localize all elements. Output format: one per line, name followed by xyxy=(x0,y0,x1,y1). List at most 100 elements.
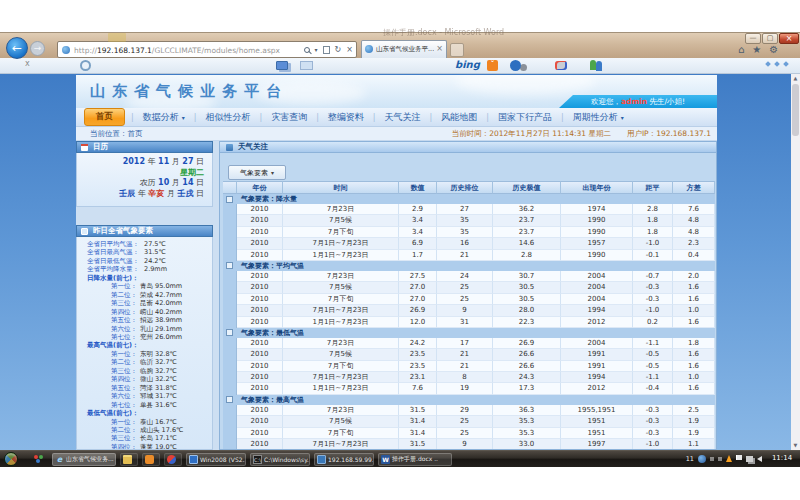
url-text[interactable]: http://192.168.137.1/GLCCLIMATE/modules/… xyxy=(74,46,280,55)
nav-item-1[interactable]: 数据分析▾ xyxy=(134,111,194,124)
collapse-icon[interactable] xyxy=(226,196,233,203)
table-cell: -0.1 xyxy=(633,250,673,261)
network-icon[interactable] xyxy=(746,456,753,462)
cards-icon[interactable] xyxy=(276,61,288,70)
group-header-label: 气象要素：平均气温 xyxy=(237,261,304,271)
window-minimize-button[interactable]: — xyxy=(745,33,761,44)
taskbar-button-win2008[interactable]: Win2008 (VS2... xyxy=(186,453,246,466)
volume-icon[interactable] xyxy=(757,456,762,462)
mail-icon[interactable] xyxy=(300,61,313,70)
table-cell: 35 xyxy=(437,215,493,226)
collapse-icon[interactable] xyxy=(226,329,233,336)
scrollbar-thumb[interactable] xyxy=(792,84,799,136)
column-header-6[interactable]: 出现年份 xyxy=(561,181,633,194)
more-dot-icon[interactable] xyxy=(783,61,789,67)
tools-gear-icon[interactable]: ⚙ xyxy=(769,44,778,56)
address-bar[interactable]: http://192.168.137.1/GLCCLIMATE/modules/… xyxy=(57,41,357,58)
favorites-star-icon[interactable]: ★ xyxy=(752,44,761,56)
nav-item-8[interactable]: 周期性分析▾ xyxy=(564,111,633,124)
compatibility-view-icon[interactable] xyxy=(323,46,330,54)
collapse-icon[interactable] xyxy=(226,262,233,269)
table-cell: 23.5 xyxy=(399,361,437,372)
taskbar-button-remote-desktop[interactable]: 192.168.59.99... xyxy=(314,453,374,466)
tray-count[interactable]: 11 xyxy=(686,455,694,463)
column-header-2[interactable]: 时间 xyxy=(283,181,399,194)
home-icon[interactable]: ⌂ xyxy=(738,44,744,56)
flame-icon[interactable] xyxy=(726,455,732,462)
column-header-8[interactable]: 方差 xyxy=(673,181,715,194)
people-icon[interactable] xyxy=(590,60,596,70)
weather-row: 第五位：招远 38.9mm xyxy=(77,316,212,324)
tab-title: 山东省气候业务平... xyxy=(376,45,434,54)
cmd-icon: C:\ xyxy=(253,455,262,464)
table-cell: 8 xyxy=(437,372,493,383)
weather-row: 第一位：东明 32.8℃ xyxy=(77,350,212,358)
collapse-icon[interactable] xyxy=(226,396,233,403)
refresh-icon[interactable]: ↻ xyxy=(335,45,342,55)
weather-label: 全省日平均气温： xyxy=(77,240,141,248)
more-dot-icon[interactable] xyxy=(774,61,780,67)
welcome-ribbon: 欢迎您，admin 先生/小姐! xyxy=(559,95,717,108)
toolbar-close-icon[interactable]: x xyxy=(25,59,30,68)
browser-tab[interactable]: 山东省气候业务平... × xyxy=(361,40,447,58)
palette-icon[interactable] xyxy=(555,61,567,70)
weather-section-label: 最低气温(前七)： xyxy=(77,409,138,417)
table-cell: 2010 xyxy=(237,238,283,249)
camera-icon[interactable] xyxy=(510,60,521,71)
scroll-up-arrow[interactable]: ▲ xyxy=(791,74,800,83)
nav-item-6[interactable]: 风能地图 xyxy=(432,111,486,124)
nav-item-4[interactable]: 整编资料 xyxy=(319,111,373,124)
stop-icon[interactable]: × xyxy=(346,45,353,55)
nav-item-5[interactable]: 天气关注 xyxy=(376,111,430,124)
search-icon[interactable] xyxy=(304,47,310,53)
taskbar-button-cmd[interactable]: C:\C:\Windows\sy... xyxy=(250,453,310,466)
table-cell: 7月1日~7月23日 xyxy=(283,238,399,249)
table-cell: 2010 xyxy=(237,416,283,427)
current-time: 当前时间：2012年11月27日 11:14:31 星期二 xyxy=(452,129,611,138)
taskbar-button-folder[interactable] xyxy=(120,453,138,466)
site-title: 山东省气候业务平台 xyxy=(90,82,288,101)
column-header-1[interactable]: 年份 xyxy=(237,181,283,194)
taskbar-button-word-doc[interactable]: W操作手册.docx .. xyxy=(378,453,452,466)
nav-item-2[interactable]: 相似性分析 xyxy=(196,111,259,124)
new-tab-button[interactable] xyxy=(450,43,464,57)
taskbar-clock[interactable]: 11:14 xyxy=(766,452,798,465)
vertical-scrollbar[interactable]: ▲ ▼ xyxy=(791,74,800,450)
window-maximize-button[interactable]: ▢ xyxy=(762,33,778,44)
toolbar-circle-icon[interactable] xyxy=(80,60,91,71)
toolbar-orange-button[interactable]: ˇ xyxy=(487,60,498,71)
browser-forward-button[interactable]: → xyxy=(30,41,45,56)
browser-back-button[interactable]: ← xyxy=(6,37,28,59)
taskbar-button-app-orange[interactable] xyxy=(142,453,160,466)
table-cell: 27.5 xyxy=(399,271,437,282)
pinned-app-icon[interactable] xyxy=(34,455,38,459)
element-filter-button[interactable]: 气象要素▾ xyxy=(228,165,286,180)
bing-logo[interactable]: bing xyxy=(455,59,480,70)
start-button[interactable] xyxy=(4,452,18,466)
column-header-3[interactable]: 数值 xyxy=(399,181,437,194)
table-cell: 7月下旬 xyxy=(283,361,399,372)
taskbar-button-media-player[interactable] xyxy=(164,453,182,466)
tray-icon[interactable] xyxy=(718,457,722,461)
window-close-button[interactable]: × xyxy=(779,33,799,44)
weather-summary-panel: 昨日全省气象要素 全省日平均气温：27.5℃全省日最高气温：31.5℃全省日最低… xyxy=(76,225,213,450)
nav-item-3[interactable]: 灾害查询 xyxy=(262,111,316,124)
table-cell: 23.7 xyxy=(493,227,561,238)
nav-item-home[interactable]: 首页 xyxy=(84,108,125,126)
weather-row: 第二位：成山头 17.6℃ xyxy=(77,426,212,434)
nav-item-7[interactable]: 国家下行产品 xyxy=(489,111,561,124)
weather-row: 第三位：昆嵛 42.0mm xyxy=(77,299,212,307)
scroll-down-arrow[interactable]: ▼ xyxy=(791,441,800,450)
data-table: 年份时间数值历史排位历史极值出现年份距平方差气象要素：降水量20107月23日2… xyxy=(223,181,715,450)
tray-icon[interactable] xyxy=(710,457,714,461)
column-header-4[interactable]: 历史排位 xyxy=(437,181,493,194)
column-header-7[interactable]: 距平 xyxy=(633,181,673,194)
search-dropdown-icon[interactable]: ▾ xyxy=(315,45,318,55)
action-center-flag-icon[interactable] xyxy=(736,455,742,460)
taskbar-button-ie-window[interactable]: e山东省气候业务... xyxy=(52,453,116,466)
tab-close-icon[interactable]: × xyxy=(436,44,443,53)
column-header-5[interactable]: 历史极值 xyxy=(493,181,561,194)
table-cell: 9 xyxy=(437,305,493,316)
network-globe-icon[interactable] xyxy=(698,455,706,463)
more-dot-icon[interactable] xyxy=(765,61,771,67)
